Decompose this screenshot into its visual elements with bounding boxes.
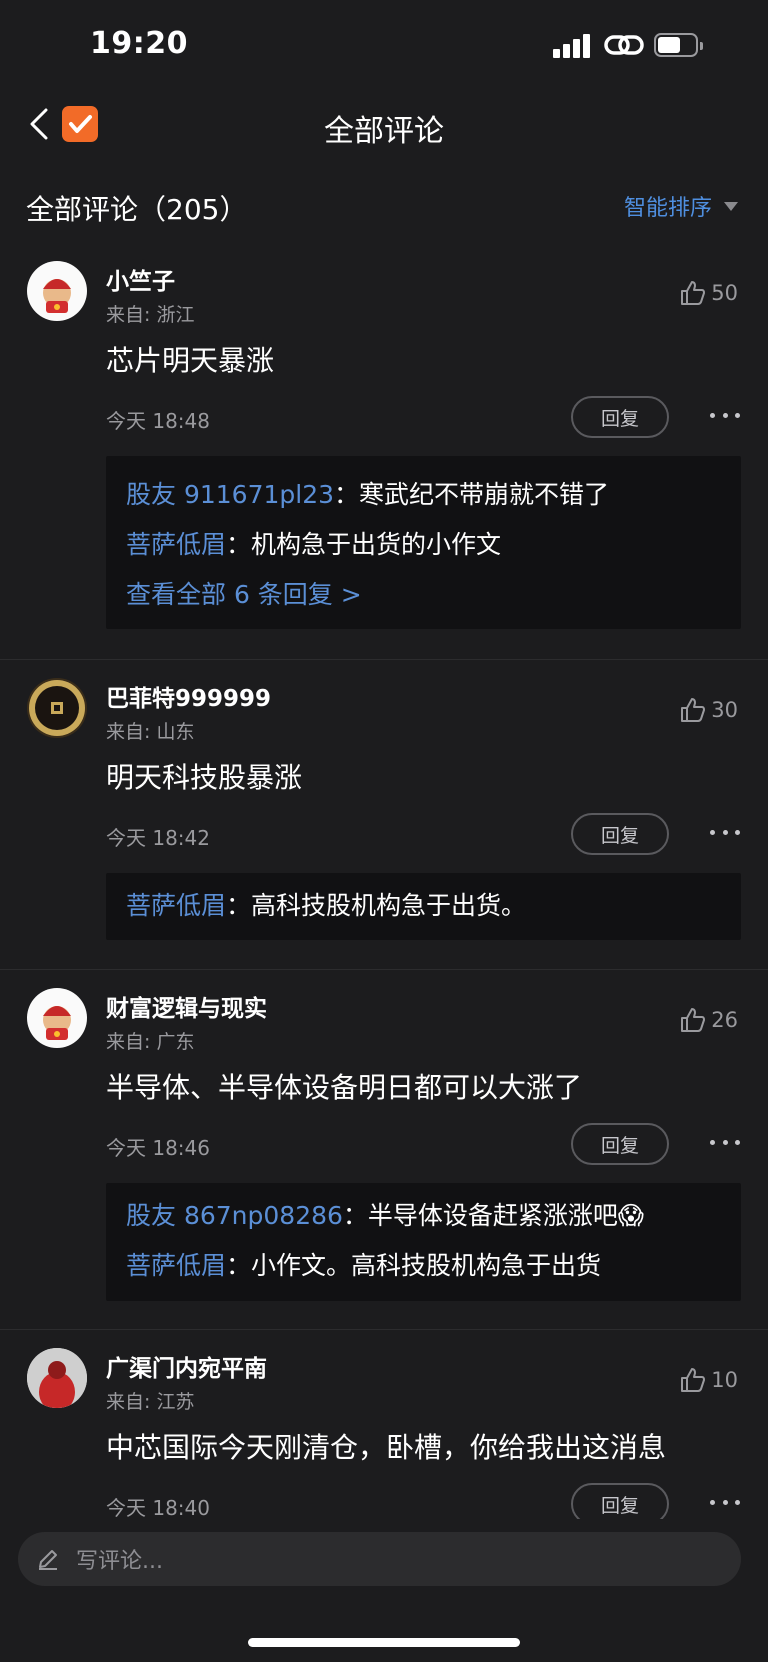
caret-down-icon — [724, 201, 738, 211]
reply-preview-box: 菩萨低眉：高科技股机构急于出货。 — [106, 873, 741, 940]
thumbs-up-icon — [681, 1008, 706, 1032]
status-time: 19:20 — [90, 26, 188, 61]
comment-time: 今天 18:40 — [106, 1496, 210, 1519]
avatar[interactable] — [27, 988, 87, 1048]
comment-text: 半导体、半导体设备明日都可以大涨了 — [106, 1071, 583, 1104]
comment-item: 广渠门内宛平南 来自: 江苏 10 中芯国际今天刚清仓，卧槽，你给我出这消息 今… — [0, 1330, 768, 1519]
view-all-replies-link[interactable]: 查看全部 6 条回复 > — [126, 570, 721, 620]
sort-dropdown[interactable]: 智能排序 — [624, 190, 738, 222]
comment-item: 巴菲特999999 来自: 山东 30 明天科技股暴涨 今天 18:42 回复 … — [0, 660, 768, 970]
reply-author[interactable]: 股友 867np08286 — [126, 1201, 343, 1230]
like-button[interactable]: 50 — [679, 279, 738, 307]
user-name[interactable]: 财富逻辑与现实 — [106, 989, 267, 1023]
comment-time: 今天 18:48 — [106, 409, 210, 433]
like-button[interactable]: 30 — [679, 696, 738, 724]
like-button[interactable]: 26 — [679, 1006, 738, 1034]
cellular-signal-icon — [553, 32, 593, 58]
like-count: 26 — [711, 1008, 738, 1032]
reply-item[interactable]: 菩萨低眉：高科技股机构急于出货。 — [126, 881, 721, 931]
comment-list: 小竺子 来自: 浙江 50 芯片明天暴涨 今天 18:48 回复 股友 9116… — [0, 243, 768, 1519]
status-bar: 19:20 — [0, 0, 768, 92]
user-name[interactable]: 小竺子 — [106, 262, 175, 296]
reply-item[interactable]: 菩萨低眉：机构急于出货的小作文 — [126, 520, 721, 570]
comment-input-placeholder: 写评论... — [76, 1549, 163, 1574]
more-icon[interactable] — [710, 1140, 740, 1148]
battery-icon — [654, 33, 703, 57]
more-icon[interactable] — [710, 830, 740, 838]
more-icon[interactable] — [710, 1500, 740, 1508]
link-icon — [604, 35, 644, 55]
like-count: 50 — [711, 281, 738, 305]
user-location: 来自: 江苏 — [106, 1391, 195, 1413]
user-location: 来自: 浙江 — [106, 304, 195, 326]
thumbs-up-icon — [681, 281, 706, 305]
like-count: 30 — [711, 698, 738, 722]
reply-text: ：半导体设备赶紧涨涨吧😱 — [342, 1201, 644, 1230]
reply-text: ：机构急于出货的小作文 — [226, 530, 502, 559]
thumbs-up-icon — [681, 698, 706, 722]
reply-author[interactable]: 菩萨低眉 — [126, 1251, 226, 1280]
reply-text: ：寒武纪不带崩就不错了 — [334, 480, 610, 509]
reply-item[interactable]: 股友 867np08286：半导体设备赶紧涨涨吧😱 — [126, 1191, 721, 1241]
user-location: 来自: 广东 — [106, 1031, 195, 1053]
avatar[interactable] — [27, 261, 87, 321]
comments-count-title: 全部评论（205） — [26, 193, 248, 226]
like-button[interactable]: 10 — [679, 1366, 738, 1394]
avatar[interactable] — [27, 1348, 87, 1408]
comment-text: 芯片明天暴涨 — [106, 344, 275, 377]
more-icon[interactable] — [710, 413, 740, 421]
page-title: 全部评论 — [324, 114, 444, 149]
reply-item[interactable]: 菩萨低眉：小作文。高科技股机构急于出货 — [126, 1241, 721, 1291]
reply-author[interactable]: 菩萨低眉 — [126, 530, 226, 559]
reply-button[interactable]: 回复 — [571, 1123, 669, 1165]
comment-time: 今天 18:46 — [106, 1136, 210, 1160]
home-indicator[interactable] — [248, 1638, 520, 1647]
comments-header: 全部评论（205） 智能排序 — [0, 180, 768, 230]
comment-time: 今天 18:42 — [106, 826, 210, 850]
sort-label: 智能排序 — [623, 196, 712, 221]
comment-text: 中芯国际今天刚清仓，卧槽，你给我出这消息 — [106, 1431, 667, 1464]
user-name[interactable]: 广渠门内宛平南 — [106, 1349, 267, 1383]
like-count: 10 — [711, 1368, 738, 1392]
comment-item: 小竺子 来自: 浙江 50 芯片明天暴涨 今天 18:48 回复 股友 9116… — [0, 243, 768, 660]
reply-text: ：小作文。高科技股机构急于出货 — [226, 1251, 602, 1280]
reply-preview-box: 股友 911671pl23：寒武纪不带崩就不错了 菩萨低眉：机构急于出货的小作文… — [106, 456, 741, 629]
reply-author[interactable]: 股友 911671pl23 — [126, 480, 334, 509]
reply-button[interactable]: 回复 — [571, 813, 669, 855]
avatar[interactable] — [27, 678, 87, 738]
thumbs-up-icon — [681, 1368, 706, 1392]
reply-text: ：高科技股机构急于出货。 — [226, 891, 527, 920]
nav-bar: 全部评论 — [0, 92, 768, 156]
reply-item[interactable]: 股友 911671pl23：寒武纪不带崩就不错了 — [126, 470, 721, 520]
comment-item: 财富逻辑与现实 来自: 广东 26 半导体、半导体设备明日都可以大涨了 今天 1… — [0, 970, 768, 1330]
comment-text: 明天科技股暴涨 — [106, 761, 303, 794]
reply-button[interactable]: 回复 — [571, 1483, 669, 1519]
comment-input[interactable]: 写评论... — [18, 1532, 741, 1586]
reply-author[interactable]: 菩萨低眉 — [126, 891, 226, 920]
reply-preview-box: 股友 867np08286：半导体设备赶紧涨涨吧😱 菩萨低眉：小作文。高科技股机… — [106, 1183, 741, 1301]
user-name[interactable]: 巴菲特999999 — [106, 679, 271, 713]
reply-button[interactable]: 回复 — [571, 396, 669, 438]
pen-icon — [39, 1550, 57, 1570]
user-location: 来自: 山东 — [106, 721, 195, 743]
